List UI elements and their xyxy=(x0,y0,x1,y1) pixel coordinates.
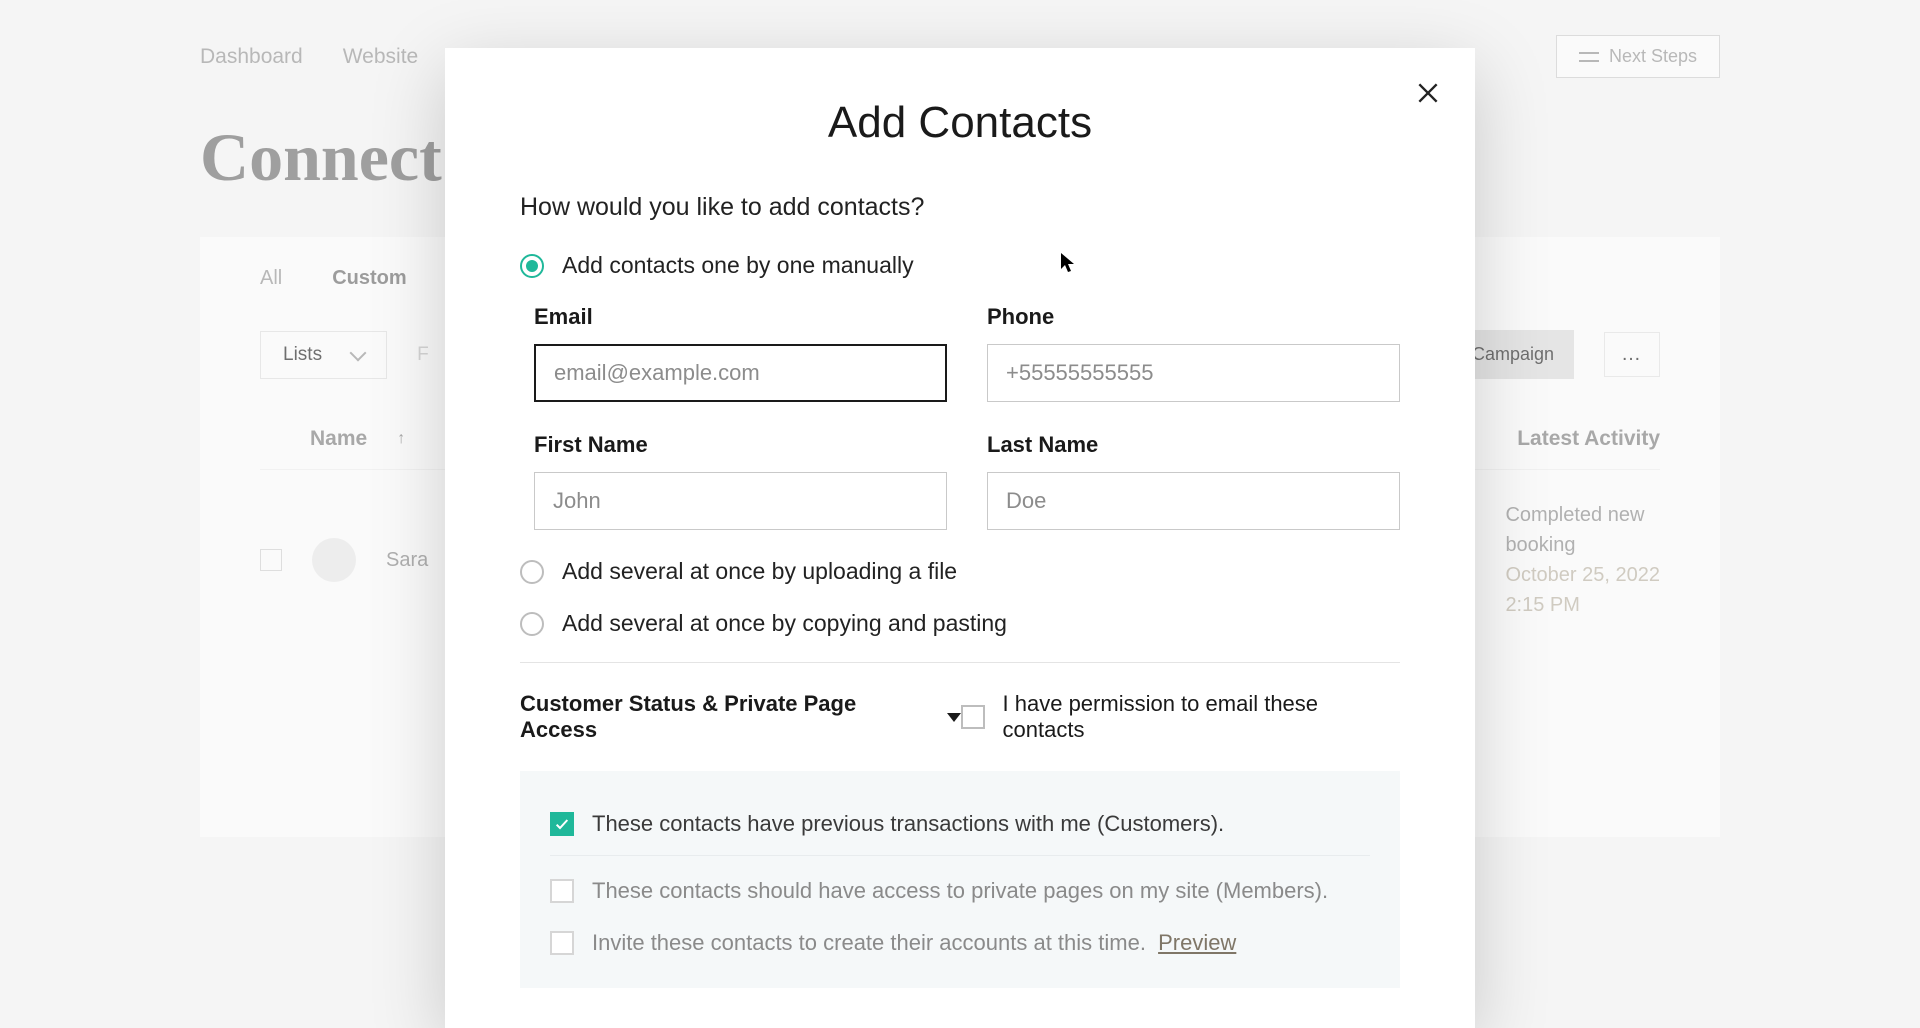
members-checkbox[interactable] xyxy=(550,879,574,903)
members-label: These contacts should have access to pri… xyxy=(592,878,1328,904)
close-icon xyxy=(1415,80,1441,106)
radio-icon xyxy=(520,560,544,584)
invite-checkbox[interactable] xyxy=(550,931,574,955)
triangle-down-icon xyxy=(947,713,961,722)
first-name-label: First Name xyxy=(534,432,947,458)
first-name-field-group: First Name xyxy=(534,432,947,530)
invite-text: Invite these contacts to create their ac… xyxy=(592,930,1146,955)
divider xyxy=(520,662,1400,663)
status-title-text: Customer Status & Private Page Access xyxy=(520,691,933,743)
email-label: Email xyxy=(534,304,947,330)
radio-icon xyxy=(520,612,544,636)
radio-label: Add several at once by uploading a file xyxy=(562,558,957,585)
manual-entry-form: Email Phone First Name Last Name xyxy=(534,304,1400,530)
checkbox-invite-row[interactable]: Invite these contacts to create their ac… xyxy=(550,922,1370,968)
preview-link[interactable]: Preview xyxy=(1158,930,1236,955)
modal-title: Add Contacts xyxy=(520,98,1400,148)
phone-input[interactable] xyxy=(987,344,1400,402)
permission-checkbox[interactable] xyxy=(961,705,985,729)
checkbox-members-row[interactable]: These contacts should have access to pri… xyxy=(550,855,1370,916)
phone-field-group: Phone xyxy=(987,304,1400,402)
modal-question: How would you like to add contacts? xyxy=(520,193,1400,222)
add-contacts-modal: Add Contacts How would you like to add c… xyxy=(445,48,1475,1028)
status-row: Customer Status & Private Page Access I … xyxy=(520,691,1400,743)
phone-label: Phone xyxy=(987,304,1400,330)
customers-label: These contacts have previous transaction… xyxy=(592,811,1224,837)
radio-upload-file[interactable]: Add several at once by uploading a file xyxy=(520,558,1400,585)
customer-status-toggle[interactable]: Customer Status & Private Page Access xyxy=(520,691,961,743)
radio-copy-paste[interactable]: Add several at once by copying and pasti… xyxy=(520,610,1400,637)
check-icon xyxy=(554,816,570,832)
radio-icon xyxy=(520,254,544,278)
last-name-label: Last Name xyxy=(987,432,1400,458)
invite-label: Invite these contacts to create their ac… xyxy=(592,930,1236,956)
radio-label: Add contacts one by one manually xyxy=(562,252,914,279)
permission-checkbox-row[interactable]: I have permission to email these contact… xyxy=(961,691,1400,743)
checkbox-customers-row[interactable]: These contacts have previous transaction… xyxy=(550,799,1370,849)
status-options-panel: These contacts have previous transaction… xyxy=(520,771,1400,988)
email-input[interactable] xyxy=(534,344,947,402)
last-name-field-group: Last Name xyxy=(987,432,1400,530)
modal-overlay: Add Contacts How would you like to add c… xyxy=(0,0,1920,984)
customers-checkbox[interactable] xyxy=(550,812,574,836)
radio-label: Add several at once by copying and pasti… xyxy=(562,610,1007,637)
email-field-group: Email xyxy=(534,304,947,402)
first-name-input[interactable] xyxy=(534,472,947,530)
radio-add-manually[interactable]: Add contacts one by one manually xyxy=(520,252,1400,279)
mouse-cursor-icon xyxy=(1060,252,1076,274)
last-name-input[interactable] xyxy=(987,472,1400,530)
permission-label: I have permission to email these contact… xyxy=(1003,691,1400,743)
close-button[interactable] xyxy=(1411,76,1445,110)
